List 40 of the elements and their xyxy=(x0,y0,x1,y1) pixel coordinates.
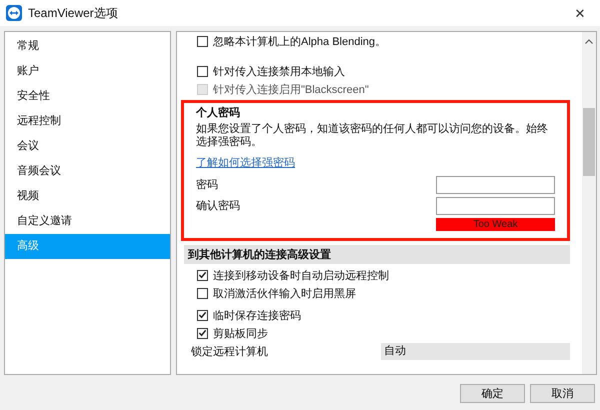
confirm-password-field[interactable] xyxy=(436,196,555,214)
dialog-button[interactable]: 取消 xyxy=(530,384,595,403)
sidebar-item[interactable]: 自定义邀请 xyxy=(5,209,170,234)
section-title: 个人密码 xyxy=(196,106,241,120)
strength-label: Too Weak xyxy=(472,218,519,230)
option-label: 临时保存连接密码 xyxy=(213,308,301,322)
password-field[interactable] xyxy=(436,176,555,194)
close-button[interactable]: ✕ xyxy=(560,0,600,26)
sidebar-item[interactable]: 音频会议 xyxy=(5,159,170,184)
checkbox[interactable] xyxy=(197,328,208,338)
sidebar-item[interactable]: 远程控制 xyxy=(5,109,170,134)
sidebar-item[interactable]: 安全性 xyxy=(5,84,170,109)
checkbox[interactable] xyxy=(197,310,208,320)
scroll-thumb[interactable] xyxy=(583,108,595,176)
field-label: 确认密码 xyxy=(196,198,240,213)
checkbox[interactable] xyxy=(197,270,208,280)
checkbox[interactable] xyxy=(197,66,208,76)
option-label: 针对传入连接禁用本地输入 xyxy=(213,64,345,78)
description-text: 如果您设置了个人密码，知道该密码的任何人都可以访问您的设备。始终选择强密码。 xyxy=(196,123,549,149)
option-label: 针对传入连接启用"Blackscreen" xyxy=(213,82,369,96)
sidebar-item[interactable]: 账户 xyxy=(5,59,170,84)
sidebar-item[interactable]: 会议 xyxy=(5,134,170,159)
scrollbar[interactable] xyxy=(582,32,596,374)
checkbox[interactable] xyxy=(197,288,208,298)
option-label: 取消激活伙伴输入时启用黑屏 xyxy=(213,286,356,300)
sidebar-item[interactable]: 常规 xyxy=(5,34,170,59)
section-header: 到其他计算机的连接高级设置 xyxy=(184,245,570,264)
option-label: 连接到移动设备时自动启动远程控制 xyxy=(213,268,389,282)
scroll-up-icon[interactable] xyxy=(585,39,593,44)
checkbox[interactable] xyxy=(197,36,208,46)
dialog-button[interactable]: 确定 xyxy=(460,384,525,403)
window-title: TeamViewer选项 xyxy=(28,4,119,22)
help-link[interactable]: 了解如何选择强密码 xyxy=(196,155,295,170)
lock-dropdown[interactable]: 自动 xyxy=(380,342,570,360)
field-label: 锁定远程计算机 xyxy=(191,344,269,358)
app-logo-icon xyxy=(6,5,22,21)
sidebar-item[interactable]: 视频 xyxy=(5,184,170,209)
option-label: 剪贴板同步 xyxy=(213,326,268,340)
field-label: 密码 xyxy=(196,178,218,192)
option-label: 忽略本计算机上的Alpha Blending。 xyxy=(213,34,386,48)
